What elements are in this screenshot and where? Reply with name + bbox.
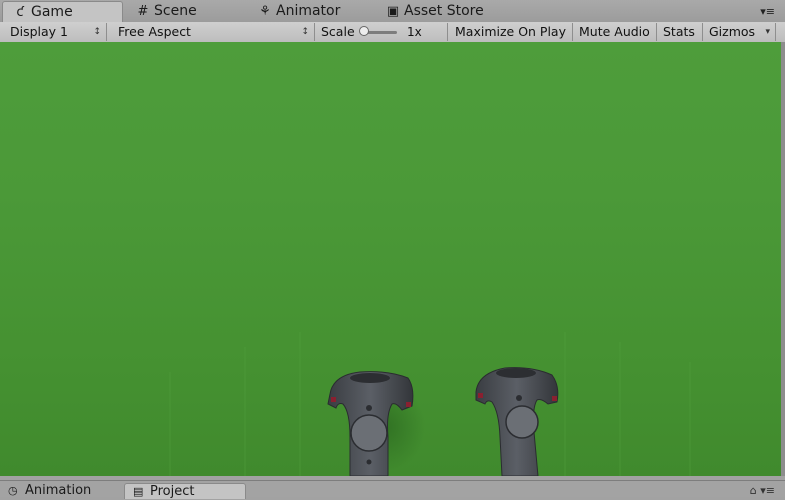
tab-scene[interactable]: # Scene xyxy=(126,1,246,22)
pacman-icon: ƈ xyxy=(16,5,24,20)
mute-audio-label: Mute Audio xyxy=(579,24,650,39)
maximize-on-play-label: Maximize On Play xyxy=(455,24,566,39)
tab-scene-label: Scene xyxy=(154,3,197,19)
tab-game[interactable]: ƈ Game xyxy=(2,1,123,22)
scale-label: Scale xyxy=(321,24,355,39)
bottom-tab-bar: ◷ Animation ▤ Project ⌂ ▾≡ xyxy=(0,480,785,499)
floor-grid xyxy=(169,332,691,476)
tab-game-label: Game xyxy=(31,4,73,20)
gizmos-toggle[interactable]: Gizmos ▾ xyxy=(703,23,776,41)
clock-icon: ◷ xyxy=(8,484,18,497)
tab-animation[interactable]: ◷ Animation xyxy=(0,483,118,499)
left-vr-controller xyxy=(327,371,425,476)
store-bag-icon: ▣ xyxy=(386,4,400,19)
scale-value: 1x xyxy=(407,25,422,39)
stats-label: Stats xyxy=(663,24,695,39)
updown-arrow-icon: ↕ xyxy=(93,27,101,37)
aspect-dropdown-label: Free Aspect xyxy=(118,24,191,39)
chevron-down-icon[interactable]: ▾ xyxy=(765,23,770,41)
tab-asset-store-label: Asset Store xyxy=(404,3,484,19)
gizmos-label: Gizmos xyxy=(709,24,756,39)
viewport-scene xyxy=(169,332,691,476)
tab-project-label: Project xyxy=(150,484,195,499)
tab-asset-store[interactable]: ▣ Asset Store xyxy=(376,1,506,22)
animator-icon: ⚘ xyxy=(259,4,271,19)
game-viewport[interactable] xyxy=(0,42,785,476)
right-vr-controller xyxy=(475,367,559,476)
updown-arrow-icon: ↕ xyxy=(301,27,309,37)
display-dropdown-label: Display 1 xyxy=(10,24,69,39)
tab-animator[interactable]: ⚘ Animator xyxy=(248,1,374,22)
scale-slider-knob[interactable] xyxy=(359,26,369,36)
tab-project[interactable]: ▤ Project xyxy=(124,483,246,499)
lock-menu-icon[interactable]: ⌂ ▾≡ xyxy=(750,484,775,497)
tab-animator-label: Animator xyxy=(276,3,341,19)
scale-control: Scale 1x xyxy=(315,23,448,41)
folder-icon: ▤ xyxy=(133,485,144,498)
editor-tab-bar: ƈ Game # Scene ⚘ Animator ▣ Asset Store ▾≡ xyxy=(0,0,785,23)
mute-audio-toggle[interactable]: Mute Audio xyxy=(573,23,657,41)
maximize-on-play-toggle[interactable]: Maximize On Play xyxy=(449,23,573,41)
stats-toggle[interactable]: Stats xyxy=(657,23,703,41)
display-dropdown[interactable]: Display 1 ↕ xyxy=(4,23,107,41)
grid-icon: # xyxy=(137,4,149,19)
aspect-dropdown[interactable]: Free Aspect ↕ xyxy=(112,23,315,41)
tab-menu-icon[interactable]: ▾≡ xyxy=(760,5,775,18)
game-toolbar: Display 1 ↕ Free Aspect ↕ Scale 1x Maxim… xyxy=(0,22,785,43)
